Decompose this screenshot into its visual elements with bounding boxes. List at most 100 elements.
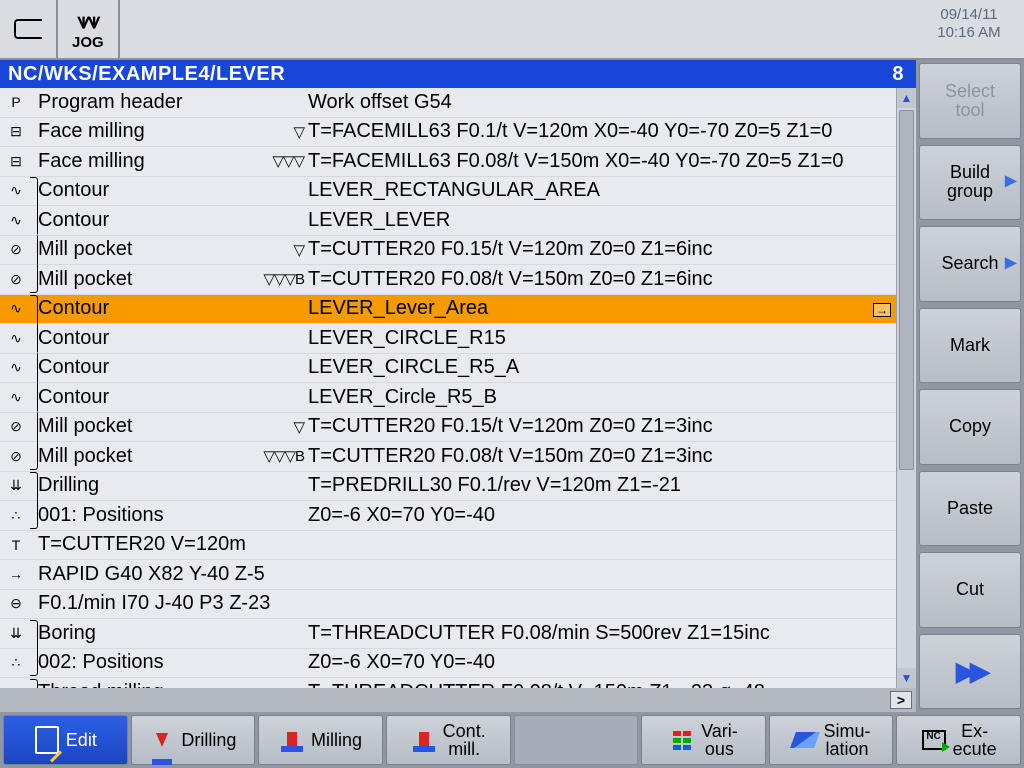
program-step-row[interactable]: ⊘Mill pocket▽▽▽BT=CUTTER20 F0.08/t V=150… [0, 265, 896, 295]
program-step-row[interactable]: ∿ContourLEVER_LEVER [0, 206, 896, 236]
step-type-icon: ⊖ [0, 595, 32, 612]
program-step-list[interactable]: PProgram headerWork offset G54⊟Face mill… [0, 88, 896, 688]
program-step-row[interactable]: ∴ 002: PositionsZ0=-6 X0=70 Y0=-40 [0, 649, 896, 679]
horizontal-softkey-bar: EditDrilling Milling Cont. mill. Vari- ous S… [0, 712, 1024, 768]
step-type-icon: ⊘ [0, 418, 32, 435]
group-bracket [30, 235, 38, 265]
various-icon [669, 727, 695, 753]
scroll-down-icon[interactable]: ▼ [897, 668, 916, 688]
step-type-icon: ⇊ [0, 477, 32, 494]
edit-icon [34, 727, 60, 753]
step-type-icon: ∴ [0, 654, 32, 671]
jog-mode-cell[interactable]: ⩛⩛ JOG [58, 0, 120, 58]
softkey-label: Build group [947, 163, 993, 201]
group-bracket [30, 147, 38, 176]
datetime: 09/14/11 10:16 AM [924, 0, 1024, 58]
scroll-thumb[interactable] [899, 110, 914, 470]
softkey-label: Mark [950, 336, 990, 355]
group-bracket [30, 500, 38, 529]
softkey-drilling[interactable]: Drilling [131, 715, 256, 765]
softkey-continue[interactable]: ▶▶ [919, 634, 1021, 710]
step-parameters: LEVER_Circle_R5_B [308, 386, 868, 409]
step-name: T=CUTTER20 V=120m [38, 533, 308, 556]
step-name: Boring [38, 622, 308, 645]
softkey-cut[interactable]: Cut [919, 552, 1021, 628]
program-step-row[interactable]: ∴001: PositionsZ0=-6 X0=70 Y0=-40 [0, 501, 896, 531]
step-type-icon: ⊘ [0, 271, 32, 288]
program-step-row[interactable]: ⊘Mill pocket▽▽▽BT=CUTTER20 F0.08/t V=150… [0, 442, 896, 472]
program-step-row[interactable]: ∿ContourLEVER_CIRCLE_R15 [0, 324, 896, 354]
softkey-edit[interactable]: Edit [3, 715, 128, 765]
step-name: Thread milling [38, 681, 308, 688]
status-strip: > [0, 688, 916, 712]
group-bracket [30, 560, 38, 589]
program-step-row[interactable]: ∿ContourLEVER_Lever_Area→ [0, 295, 896, 325]
program-step-row[interactable]: ∿ContourLEVER_RECTANGULAR_AREA [0, 177, 896, 207]
softkey-simu-lation[interactable]: Simu- lation [769, 715, 894, 765]
step-name: 002: Positions [38, 651, 308, 674]
program-step-row[interactable]: ⇊BoringT=THREADCUTTER F0.08/min S=500rev… [0, 619, 896, 649]
program-step-row[interactable]: ⊘Mill pocket▽T=CUTTER20 F0.15/t V=120m Z… [0, 413, 896, 443]
scroll-up-icon[interactable]: ▲ [897, 88, 916, 108]
step-parameters: LEVER_RECTANGULAR_AREA [308, 179, 868, 202]
step-type-icon: ∿ [0, 182, 32, 199]
program-step-row[interactable]: ∿ContourLEVER_CIRCLE_R5_A [0, 354, 896, 384]
softkey-label: Cut [956, 580, 984, 599]
softkey-mark[interactable]: Mark [919, 308, 1021, 384]
step-parameters: Z0=-6 X0=70 Y0=-40 [308, 504, 868, 527]
execute-icon: NC [921, 727, 947, 753]
softkey-copy[interactable]: Copy [919, 389, 1021, 465]
group-bracket [30, 531, 38, 560]
step-name: Mill pocket [38, 415, 308, 438]
softkey-label: Simu- lation [824, 722, 871, 758]
group-bracket [30, 679, 38, 688]
softkey-label: Select tool [945, 82, 995, 120]
step-name: Face milling [38, 150, 308, 173]
step-parameters: T=FACEMILL63 F0.08/t V=150m X0=-40 Y0=-7… [308, 150, 868, 173]
program-step-row[interactable]: PProgram headerWork offset G54 [0, 88, 896, 118]
jog-label: JOG [72, 34, 104, 51]
program-step-row[interactable]: ⊟Face milling▽▽▽T=FACEMILL63 F0.08/t V=1… [0, 147, 896, 177]
step-name: Contour [38, 356, 308, 379]
softkey-label: Search [941, 254, 998, 273]
step-parameters: LEVER_Lever_Area [308, 297, 868, 320]
step-type-icon: ⊘ [0, 448, 32, 465]
step-type-icon: ⊘ [0, 241, 32, 258]
softkey-label: Milling [311, 731, 362, 749]
program-step-row[interactable]: ⊖F0.1/min I70 J-40 P3 Z-23 [0, 590, 896, 620]
group-bracket [30, 647, 38, 676]
step-parameters: Z0=-6 X0=70 Y0=-40 [308, 651, 868, 674]
program-step-row[interactable]: ⊘Mill pocket▽T=CUTTER20 F0.15/t V=120m Z… [0, 236, 896, 266]
machine-icon-cell[interactable] [0, 0, 58, 58]
more-right-button[interactable]: > [890, 691, 912, 709]
step-name: Contour [38, 297, 308, 320]
step-parameters: T=THREADCUTTER F0.08/min S=500rev Z1=15i… [308, 622, 868, 645]
program-step-row[interactable]: ∿ContourLEVER_Circle_R5_B [0, 383, 896, 413]
program-path: NC/WKS/EXAMPLE4/LEVER [8, 63, 892, 86]
softkey-build-group[interactable]: Build group▶ [919, 145, 1021, 221]
step-parameters: T=THREADCUTTER F0.08/t V=150m Z1=-23 ø=4… [308, 681, 868, 688]
program-step-row[interactable]: ≋Thread millingT=THREADCUTTER F0.08/t V=… [0, 678, 896, 688]
softkey-ex-ecute[interactable]: NCEx- ecute [896, 715, 1021, 765]
softkey-vari-ous[interactable]: Vari- ous [641, 715, 766, 765]
drill-icon [149, 727, 175, 753]
softkey-search[interactable]: Search▶ [919, 226, 1021, 302]
program-step-row[interactable]: TT=CUTTER20 V=120m [0, 531, 896, 561]
program-step-row[interactable]: →RAPID G40 X82 Y-40 Z-5 [0, 560, 896, 590]
scroll-track[interactable] [897, 108, 916, 668]
softkey-cont-mill[interactable]: Cont. mill. [386, 715, 511, 765]
group-bracket [30, 205, 38, 235]
vertical-scrollbar[interactable]: ▲ ▼ [896, 88, 916, 688]
softkey-milling[interactable]: Milling [258, 715, 383, 765]
softkey-paste[interactable]: Paste [919, 471, 1021, 547]
group-bracket [30, 441, 38, 470]
simulation-icon [792, 727, 818, 753]
step-name: RAPID G40 X82 Y-40 Z-5 [38, 563, 308, 586]
step-name: Mill pocket [38, 238, 308, 261]
group-bracket [30, 88, 38, 117]
step-type-icon: ⊟ [0, 153, 32, 170]
step-name: Contour [38, 327, 308, 350]
program-step-row[interactable]: ⇊DrillingT=PREDRILL30 F0.1/rev V=120m Z1… [0, 472, 896, 502]
step-parameters: T=CUTTER20 F0.15/t V=120m Z0=0 Z1=3inc [308, 415, 868, 438]
program-step-row[interactable]: ⊟Face milling▽T=FACEMILL63 F0.1/t V=120m… [0, 118, 896, 148]
